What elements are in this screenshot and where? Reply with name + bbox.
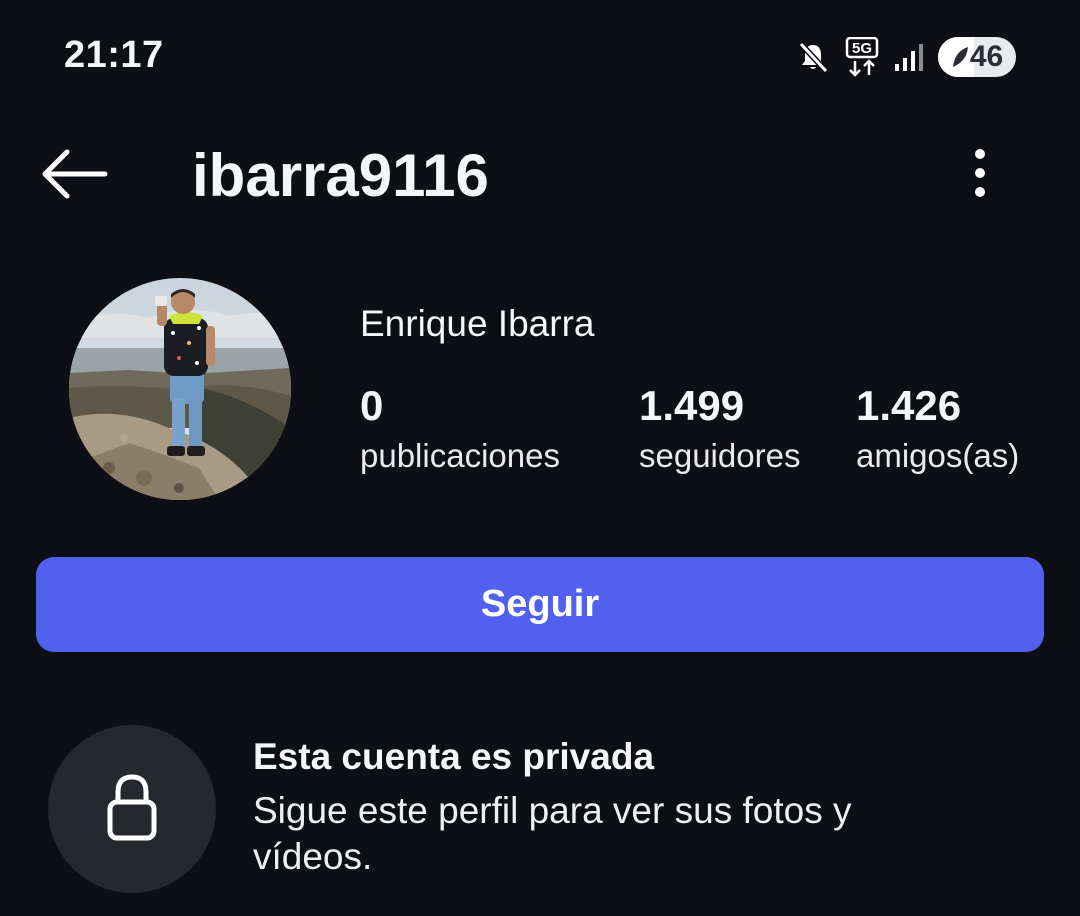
stat-value: 0 (360, 382, 384, 429)
5g-data-icon: 5G (844, 37, 880, 77)
status-icons: 5G 46 (796, 36, 1016, 78)
status-time: 21:17 (64, 34, 164, 76)
stat-friends[interactable]: 1.426 amigos(as) (856, 380, 1019, 480)
stat-label: amigos(as) (856, 437, 1020, 474)
follow-button[interactable]: Seguir (36, 557, 1044, 652)
battery-saver-icon (951, 45, 969, 69)
stat-value: 1.499 (639, 382, 745, 429)
network-label: 5G (852, 40, 872, 57)
avatar[interactable] (69, 278, 291, 500)
stat-posts[interactable]: 0 publicaciones (360, 380, 560, 480)
battery-indicator: 46 (938, 37, 1016, 77)
arrow-left-icon (39, 149, 109, 204)
stat-label: publicaciones (360, 437, 560, 474)
lock-icon (106, 772, 158, 847)
more-vertical-icon (973, 148, 987, 203)
stat-label: seguidores (639, 437, 801, 474)
stat-followers[interactable]: 1.499 seguidores (639, 380, 800, 480)
private-lock-badge (48, 725, 216, 893)
mute-icon (796, 40, 830, 74)
more-options-button[interactable] (952, 140, 1008, 210)
private-account-description: Sigue este perfil para ver sus fotos y v… (253, 790, 852, 877)
stat-value: 1.426 (856, 382, 962, 429)
back-button[interactable] (36, 138, 112, 214)
avatar-photo (69, 278, 291, 500)
signal-icon (894, 42, 924, 72)
page-title-username: ibarra9116 (192, 142, 489, 209)
battery-level: 46 (969, 40, 1004, 73)
display-name: Enrique Ibarra (360, 303, 595, 344)
battery-label: 46 (951, 40, 1003, 74)
private-account-title: Esta cuenta es privada (253, 736, 655, 777)
